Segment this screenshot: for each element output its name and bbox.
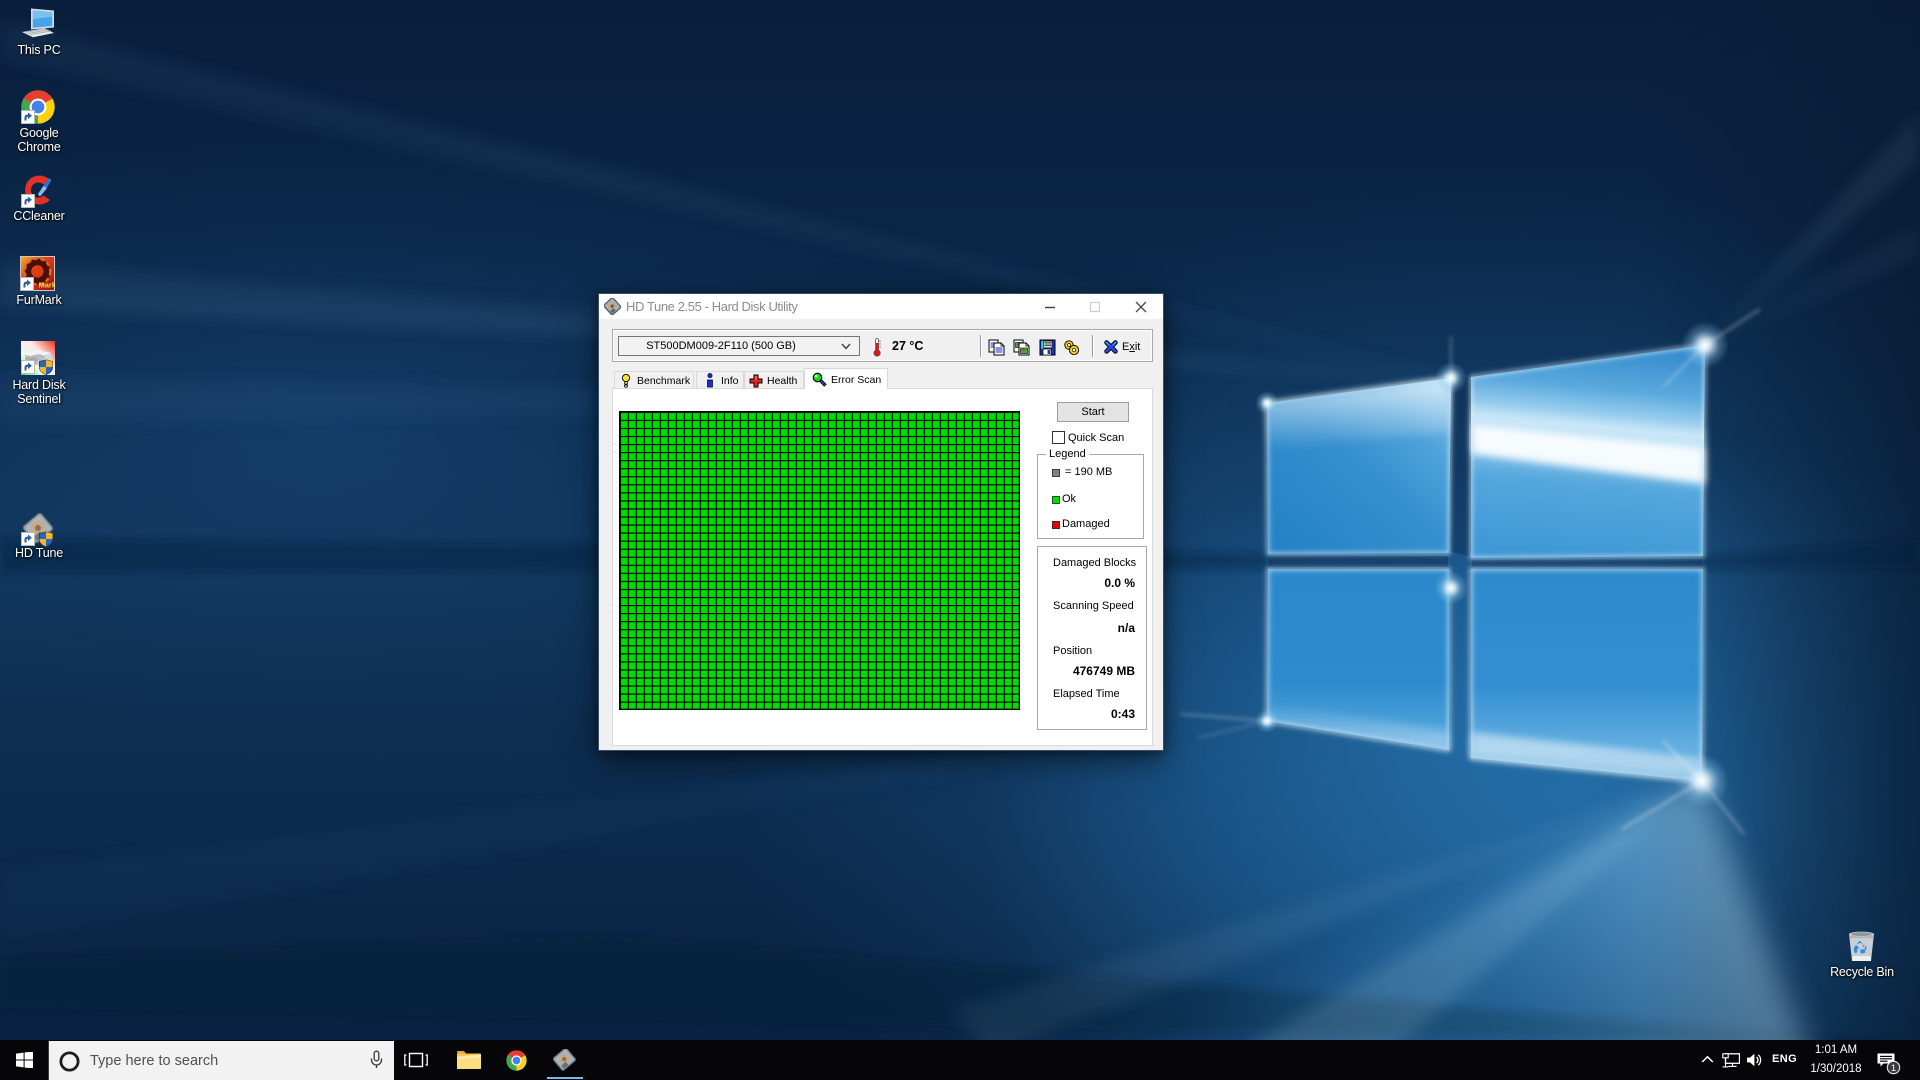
svg-text:Mark: Mark: [39, 281, 56, 290]
svg-text:1: 1: [1891, 1063, 1896, 1074]
